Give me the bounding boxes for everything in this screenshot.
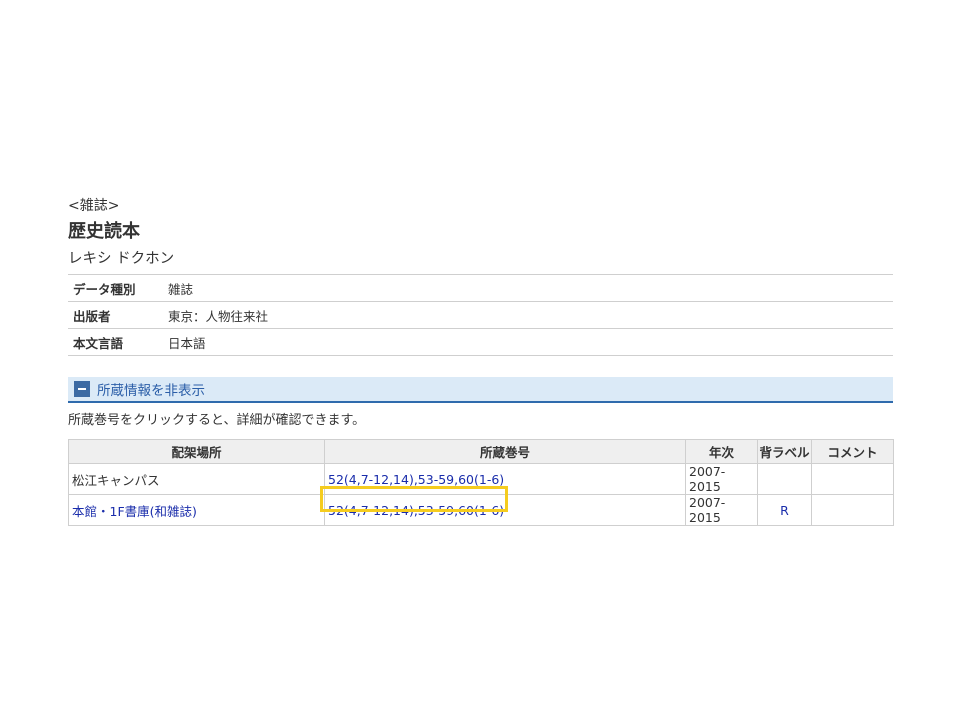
meta-key: 出版者 (68, 301, 168, 329)
holdings-header-row: 配架場所 所蔵巻号 年次 背ラベル コメント (68, 439, 894, 464)
comment-cell (811, 463, 894, 495)
meta-value: 雑誌 (168, 274, 893, 302)
location-link[interactable]: 本館・1F書庫(和雑誌) (72, 504, 197, 519)
meta-key: データ種別 (68, 274, 168, 302)
holdings-toggle-link[interactable]: 所蔵情報を非表示 (97, 379, 205, 399)
years-cell: 2007-2015 (685, 494, 758, 526)
holdings-section-header[interactable]: 所蔵情報を非表示 (68, 377, 893, 403)
comment-cell (811, 494, 894, 526)
volumes-link[interactable]: 52(4,7-12,14),53-59,60(1-6) (328, 472, 504, 487)
col-header-location: 配架場所 (68, 439, 325, 464)
record-detail: <雑誌> 歴史読本 レキシ ドクホン データ種別 雑誌 出版者 東京：人物往来社… (68, 196, 894, 526)
location-cell: 松江キャンパス (68, 463, 325, 495)
record-title: 歴史読本 (68, 221, 140, 242)
col-header-volumes: 所蔵巻号 (324, 439, 686, 464)
col-header-comment: コメント (811, 439, 894, 464)
collapse-icon[interactable] (74, 381, 90, 397)
table-row: 本館・1F書庫(和雑誌) 52(4,7-12,14),53-59,60(1-6)… (68, 494, 894, 526)
col-header-spine-label: 背ラベル (757, 439, 812, 464)
table-row: 松江キャンパス 52(4,7-12,14),53-59,60(1-6) 2007… (68, 463, 894, 495)
bibliographic-info: データ種別 雑誌 出版者 東京：人物往来社 本文言語 日本語 (68, 274, 893, 356)
meta-value: 東京：人物往来社 (168, 301, 893, 329)
title-reading: レキシ ドクホン (68, 251, 175, 267)
genre-label: <雑誌> (68, 198, 120, 214)
col-header-years: 年次 (685, 439, 758, 464)
meta-row-publisher: 出版者 東京：人物往来社 (68, 301, 893, 329)
holdings-instruction: 所蔵巻号をクリックすると、詳細が確認できます。 (68, 413, 366, 428)
meta-value: 日本語 (168, 328, 893, 356)
years-cell: 2007-2015 (685, 463, 758, 495)
volumes-link[interactable]: 52(4,7-12,14),53-59,60(1-6) (328, 503, 504, 518)
spine-label-link[interactable]: R (780, 503, 789, 518)
meta-row-data-type: データ種別 雑誌 (68, 274, 893, 302)
meta-row-language: 本文言語 日本語 (68, 328, 893, 356)
meta-key: 本文言語 (68, 328, 168, 356)
spine-label-cell (757, 463, 812, 495)
holdings-table: 配架場所 所蔵巻号 年次 背ラベル コメント 松江キャンパス 52(4,7-12… (68, 439, 894, 526)
